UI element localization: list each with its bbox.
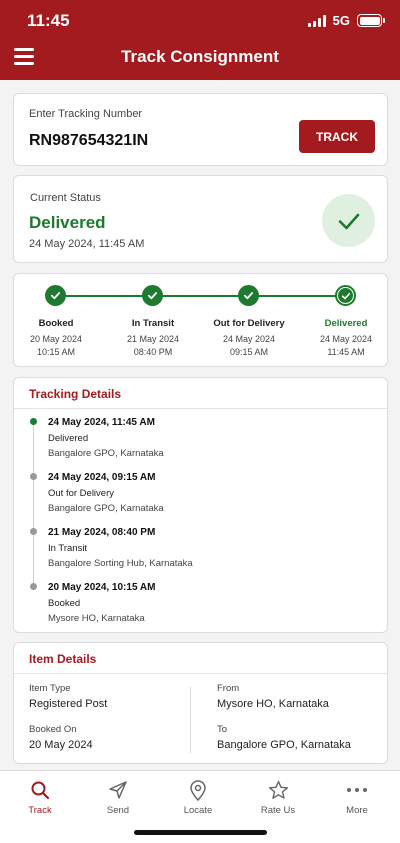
tracking-timeline-line [33,421,34,589]
step-time: 09:15 AM [229,347,269,357]
signal-icon [307,14,326,27]
to-value: Bangalore GPO, Karnataka [217,739,351,751]
column-divider [190,687,191,753]
booked-on-value: 20 May 2024 [29,739,93,751]
app-header: 11:45 5G Track Consignment [0,0,400,80]
main-content: Enter Tracking Number TRACK Current Stat… [0,80,400,770]
event-datetime: 24 May 2024, 09:15 AM [48,472,156,483]
item-type-value: Registered Post [29,698,108,710]
event-status: In Transit [48,543,88,554]
event-datetime: 20 May 2024, 10:15 AM [48,582,156,593]
tracking-number-input[interactable] [29,132,269,150]
tab-label: Rate Us [260,805,296,816]
search-icon [5,779,75,801]
event-location: Bangalore Sorting Hub, Karnataka [48,558,193,569]
current-status-card: Current Status Delivered 24 May 2024, 11… [13,175,388,263]
step-date: 21 May 2024 [126,334,180,344]
tab-rate-us[interactable]: Rate Us [243,779,313,816]
event-status: Delivered [48,433,89,444]
home-indicator[interactable] [134,830,267,835]
track-button[interactable]: TRACK [299,120,375,153]
step-check-icon [335,285,356,306]
event-location: Bangalore GPO, Karnataka [48,448,164,459]
more-dots-icon [322,779,392,801]
progress-card: Booked 20 May 2024 10:15 AM In Transit 2… [13,273,388,367]
event-status: Out for Delivery [48,488,114,499]
step-name: In Transit [131,318,175,329]
current-status-datetime: 24 May 2024, 11:45 AM [29,238,145,250]
status-time: 11:45 [27,11,70,30]
step-date: 24 May 2024 [319,334,373,344]
current-status-value: Delivered [29,213,106,232]
tracking-details-title: Tracking Details [29,387,122,401]
progress-timeline: Booked 20 May 2024 10:15 AM In Transit 2… [14,274,389,368]
from-value: Mysore HO, Karnataka [217,698,329,710]
tracking-number-label: Enter Tracking Number [29,108,143,120]
tab-track[interactable]: Track [5,779,75,816]
star-icon [243,779,313,801]
step-check-icon [142,285,163,306]
item-details-card: Item Details Item Type Registered Post B… [13,642,388,764]
location-pin-icon [163,779,233,801]
item-type-label: Item Type [29,683,71,694]
event-dot-icon [30,528,37,535]
tab-label: Locate [183,805,213,816]
booked-on-label: Booked On [29,724,77,735]
tab-label: More [346,805,368,816]
step-name: Booked [38,318,74,329]
from-label: From [217,683,240,694]
check-icon [322,194,375,247]
tracking-input-card: Enter Tracking Number TRACK [13,93,388,166]
tab-send[interactable]: Send [83,779,153,816]
step-check-icon [45,285,66,306]
divider [14,673,387,674]
step-name: Out for Delivery [213,318,285,329]
tab-label: Track [28,805,52,816]
step-check-icon [238,285,259,306]
step-name: Delivered [324,318,368,329]
event-dot-icon [30,418,37,425]
step-date: 20 May 2024 [29,334,83,344]
to-label: To [217,724,228,735]
event-dot-icon [30,583,37,590]
step-date: 24 May 2024 [222,334,276,344]
tracking-details-card: Tracking Details 24 May 2024, 11:45 AM D… [13,377,388,633]
current-status-label: Current Status [30,192,101,204]
step-time: 11:45 AM [327,347,365,357]
send-icon [83,779,153,801]
network-label: 5G [332,13,350,28]
tab-more[interactable]: More [322,779,392,816]
item-details-title: Item Details [29,652,97,666]
status-bar: 11:45 5G [0,0,400,38]
progress-line [56,295,346,297]
divider [14,408,387,409]
step-time: 08:40 PM [133,347,173,357]
event-location: Mysore HO, Karnataka [48,613,145,624]
step-time: 10:15 AM [36,347,76,357]
event-location: Bangalore GPO, Karnataka [48,503,164,514]
status-indicators: 5G [307,13,385,28]
event-dot-icon [30,473,37,480]
event-datetime: 24 May 2024, 11:45 AM [48,417,155,428]
tab-locate[interactable]: Locate [163,779,233,816]
tab-label: Send [106,805,130,816]
event-status: Booked [48,598,81,609]
battery-icon [357,14,385,27]
event-datetime: 21 May 2024, 08:40 PM [48,527,156,538]
page-title: Track Consignment [121,47,279,66]
